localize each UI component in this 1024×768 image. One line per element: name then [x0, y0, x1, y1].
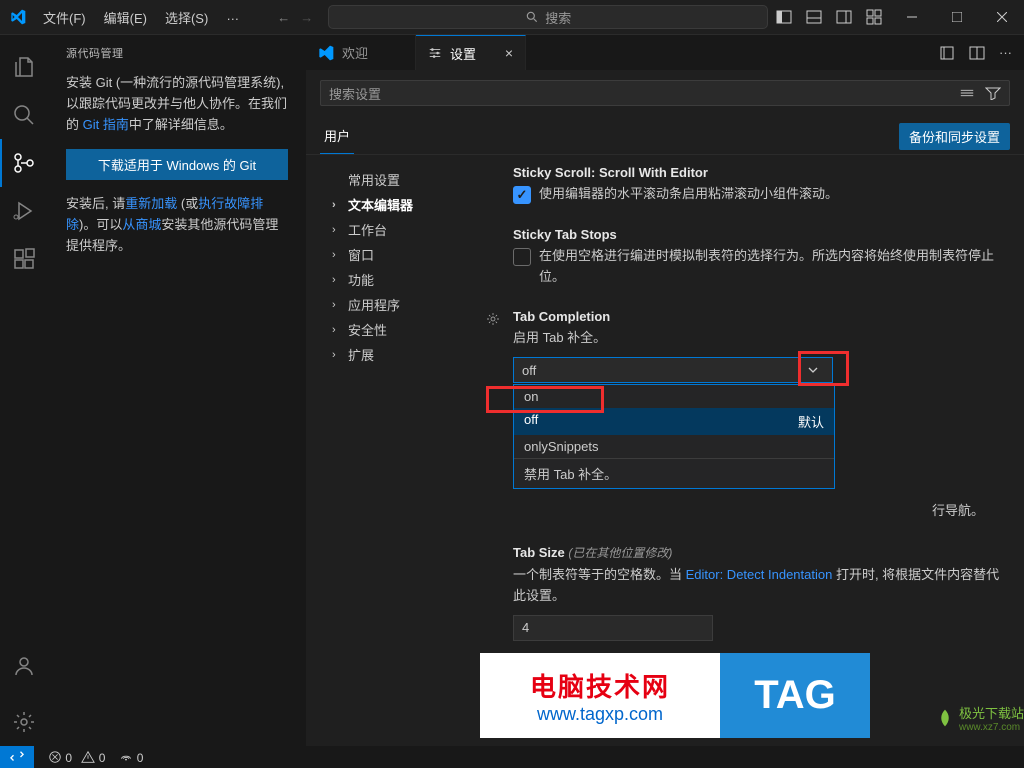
- menu-more[interactable]: …: [218, 4, 247, 31]
- customize-layout-icon[interactable]: [859, 2, 889, 32]
- open-settings-json-icon[interactable]: [939, 45, 955, 61]
- setting-tab-size: Tab Size (已在其他位置修改) 一个制表符等于的空格数。当 Editor…: [503, 544, 1004, 641]
- chevron-right-icon: ›: [332, 299, 344, 311]
- tab-settings[interactable]: 设置 ×: [416, 35, 526, 70]
- watermark-overlay: 电脑技术网 www.tagxp.com TAG: [480, 653, 870, 738]
- toggle-secondary-sidebar-icon[interactable]: [829, 2, 859, 32]
- minimize-button[interactable]: [889, 0, 934, 35]
- vscode-logo: [0, 9, 35, 25]
- activity-bar: [0, 35, 48, 746]
- split-editor-icon[interactable]: [969, 45, 985, 61]
- option-on[interactable]: on: [514, 385, 834, 408]
- chevron-right-icon: ›: [332, 224, 344, 236]
- menu-bar: 文件(F) 编辑(E) 选择(S) …: [35, 4, 247, 31]
- clear-search-icon[interactable]: [959, 86, 975, 100]
- install-git-button[interactable]: 下载适用于 Windows 的 Git: [66, 149, 288, 180]
- toc-workbench[interactable]: ›工作台: [332, 217, 481, 242]
- menu-selection[interactable]: 选择(S): [157, 4, 216, 31]
- status-bar: 0 0 0: [0, 746, 1024, 768]
- close-button[interactable]: [979, 0, 1024, 35]
- menu-file[interactable]: 文件(F): [35, 4, 94, 31]
- settings-header: 用户 备份和同步设置: [306, 112, 1024, 155]
- detect-indentation-link[interactable]: Editor: Detect Indentation: [686, 567, 833, 582]
- status-problems[interactable]: 0 0: [48, 750, 105, 765]
- scm-side-panel: 源代码管理 安装 Git (一种流行的源代码管理系统), 以跟踪代码更改并与他人…: [48, 35, 306, 746]
- setting-sticky-scroll: Sticky Scroll: Scroll With Editor 使用编辑器的…: [503, 165, 1004, 205]
- editor-area: 欢迎 设置 × ··· 搜索设置 用户 备份和同步设置: [306, 35, 1024, 746]
- chevron-right-icon: ›: [332, 274, 344, 286]
- settings-scope-user[interactable]: 用户: [320, 118, 354, 154]
- filter-icon[interactable]: [985, 86, 1001, 100]
- chevron-right-icon: ›: [332, 199, 344, 211]
- settings-toc: 常用设置 ›文本编辑器 ›工作台 ›窗口 ›功能 ›应用程序 ›安全性 ›扩展: [306, 155, 481, 746]
- marketplace-link[interactable]: 从商城: [122, 217, 161, 232]
- watermark-logo: 极光下载站 www.xz7.com: [935, 703, 1024, 733]
- checkbox-sticky-tab[interactable]: [513, 248, 531, 266]
- option-off[interactable]: off默认: [514, 408, 834, 435]
- sync-settings-button[interactable]: 备份和同步设置: [899, 123, 1010, 150]
- settings-search-input[interactable]: 搜索设置: [320, 80, 1010, 106]
- title-bar: 文件(F) 编辑(E) 选择(S) … ← → 搜索: [0, 0, 1024, 35]
- setting-tab-completion: Tab Completion 启用 Tab 补全。 off on off默认 o…: [503, 309, 1004, 383]
- account-icon[interactable]: [0, 642, 48, 690]
- editor-tabs: 欢迎 设置 × ···: [306, 35, 1024, 70]
- toc-extensions[interactable]: ›扩展: [332, 342, 481, 367]
- debug-icon[interactable]: [0, 187, 48, 235]
- close-tab-icon[interactable]: ×: [505, 45, 513, 61]
- git-guide-link[interactable]: Git 指南: [83, 117, 129, 132]
- chevron-down-icon: [802, 359, 824, 381]
- checkbox-sticky-scroll[interactable]: [513, 186, 531, 204]
- scm-hint: 安装后, 请重新加载 (或执行故障排除)。可以从商城安装其他源代码管理提供程序。: [66, 194, 288, 256]
- toc-security[interactable]: ›安全性: [332, 317, 481, 342]
- gear-icon[interactable]: [485, 311, 501, 327]
- tab-actions: ···: [939, 35, 1024, 70]
- toc-common[interactable]: 常用设置: [332, 167, 481, 192]
- chevron-right-icon: ›: [332, 249, 344, 261]
- tab-completion-select[interactable]: off on off默认 onlySnippets 禁用 Tab 补全。: [513, 357, 833, 383]
- maximize-button[interactable]: [934, 0, 979, 35]
- toggle-panel-icon[interactable]: [799, 2, 829, 32]
- tab-size-input[interactable]: 4: [513, 615, 713, 641]
- option-onlysnippets[interactable]: onlySnippets: [514, 435, 834, 458]
- remote-indicator[interactable]: [0, 746, 34, 768]
- settings-sliders-icon: [428, 46, 442, 60]
- extensions-icon[interactable]: [0, 235, 48, 283]
- toc-application[interactable]: ›应用程序: [332, 292, 481, 317]
- toc-window[interactable]: ›窗口: [332, 242, 481, 267]
- search-icon: [525, 10, 539, 24]
- dropdown-description: 禁用 Tab 补全。: [514, 458, 834, 488]
- explorer-icon[interactable]: [0, 43, 48, 91]
- tab-completion-dropdown: on off默认 onlySnippets 禁用 Tab 补全。: [513, 384, 835, 489]
- setting-tab-focus-partial: 行导航。: [503, 501, 1004, 522]
- layout-controls: [769, 2, 889, 32]
- reload-link[interactable]: 重新加载: [125, 196, 177, 211]
- toggle-primary-sidebar-icon[interactable]: [769, 2, 799, 32]
- search-icon[interactable]: [0, 91, 48, 139]
- nav-back-icon[interactable]: ←: [277, 10, 290, 25]
- vscode-icon: [318, 45, 334, 61]
- window-controls: [889, 0, 1024, 35]
- search-placeholder: 搜索: [545, 8, 571, 27]
- scm-icon[interactable]: [0, 139, 48, 187]
- settings-editor: 搜索设置 用户 备份和同步设置 常用设置 ›文本编辑器 ›工作台 ›窗口 ›功能…: [306, 70, 1024, 746]
- tab-welcome[interactable]: 欢迎: [306, 35, 416, 70]
- menu-edit[interactable]: 编辑(E): [96, 4, 155, 31]
- settings-gear-icon[interactable]: [0, 698, 48, 746]
- toc-features[interactable]: ›功能: [332, 267, 481, 292]
- nav-forward-icon[interactable]: →: [300, 10, 313, 25]
- toc-text-editor[interactable]: ›文本编辑器: [332, 192, 481, 217]
- more-actions-icon[interactable]: ···: [999, 45, 1012, 60]
- scm-description: 安装 Git (一种流行的源代码管理系统), 以跟踪代码更改并与他人协作。在我们…: [66, 73, 288, 135]
- status-ports[interactable]: 0: [119, 750, 143, 765]
- nav-arrows: ← →: [277, 10, 313, 25]
- scm-panel-title: 源代码管理: [66, 45, 288, 61]
- command-center-search[interactable]: 搜索: [328, 5, 768, 29]
- chevron-right-icon: ›: [332, 349, 344, 361]
- chevron-right-icon: ›: [332, 324, 344, 336]
- setting-sticky-tab-stops: Sticky Tab Stops 在使用空格进行编进时模拟制表符的选择行为。所选…: [503, 227, 1004, 288]
